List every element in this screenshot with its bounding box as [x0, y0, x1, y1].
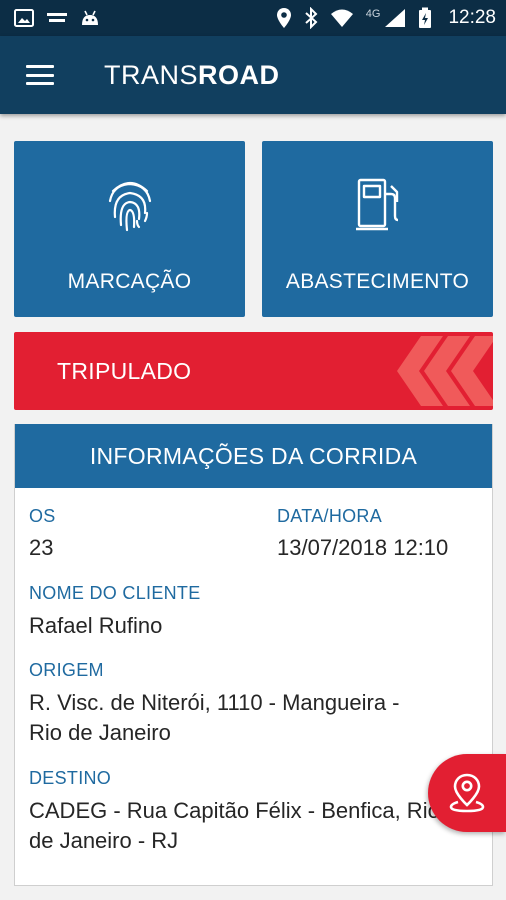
location-icon — [276, 8, 291, 28]
destination-value-line1: CADEG - Rua Capitão Félix - Benfica, Rio — [29, 798, 440, 823]
map-pin-button[interactable] — [428, 754, 506, 832]
destination-value-line2: de Janeiro - RJ — [29, 828, 179, 853]
logo-text-bold: ROAD — [198, 59, 280, 90]
marcacao-button[interactable]: MARCAÇÃO — [14, 141, 245, 317]
status-time: 12:28 — [448, 7, 496, 28]
chevrons-left-icon — [397, 336, 493, 406]
origin-value-line1: R. Visc. de Niterói, 1110 - Mangueira - — [29, 690, 400, 715]
map-pin-icon — [449, 773, 485, 813]
origin-label: ORIGEM — [29, 660, 104, 680]
android-icon — [82, 10, 98, 25]
fingerprint-icon — [108, 181, 151, 232]
os-value: 23 — [29, 535, 54, 560]
status-bar-system: 4G 12:28 — [276, 7, 496, 29]
signal-icon — [385, 9, 406, 27]
tripulado-label: TRIPULADO — [57, 357, 192, 384]
image-icon — [14, 9, 34, 27]
status-bar-notifications — [14, 9, 100, 27]
app-bar: TRANS ROAD — [0, 36, 506, 114]
client-name-value: Rafael Rufino — [29, 613, 163, 638]
bluetooth-icon — [305, 7, 318, 29]
status-bar: 4G 12:28 — [0, 0, 506, 36]
datetime-value: 13/07/2018 12:10 — [277, 535, 449, 560]
app-logo: TRANS ROAD — [104, 60, 280, 91]
os-label: OS — [29, 506, 56, 526]
datetime-label: DATA/HORA — [277, 506, 383, 526]
abastecimento-label: ABASTECIMENTO — [285, 270, 470, 293]
marcacao-label: MARCAÇÃO — [67, 270, 192, 293]
trip-info-title: INFORMAÇÕES DA CORRIDA — [15, 424, 492, 488]
network-type-text: 4G — [365, 8, 381, 20]
battery-charging-icon — [419, 7, 432, 28]
logo-text-light: TRANS — [104, 59, 199, 90]
wifi-icon — [330, 9, 353, 27]
abastecimento-button[interactable]: ABASTECIMENTO — [262, 141, 493, 317]
destination-label: DESTINO — [29, 768, 112, 788]
tripulado-banner[interactable]: TRIPULADO — [14, 332, 493, 410]
fuel-pump-icon — [355, 178, 398, 231]
client-name-label: NOME DO CLIENTE — [29, 583, 201, 603]
transroad-notification-icon — [47, 13, 67, 22]
hamburger-menu-icon[interactable] — [26, 65, 54, 85]
origin-value-line2: Rio de Janeiro — [29, 720, 171, 745]
trip-info-card: INFORMAÇÕES DA CORRIDA OS 23 DATA/HORA 1… — [14, 424, 493, 886]
